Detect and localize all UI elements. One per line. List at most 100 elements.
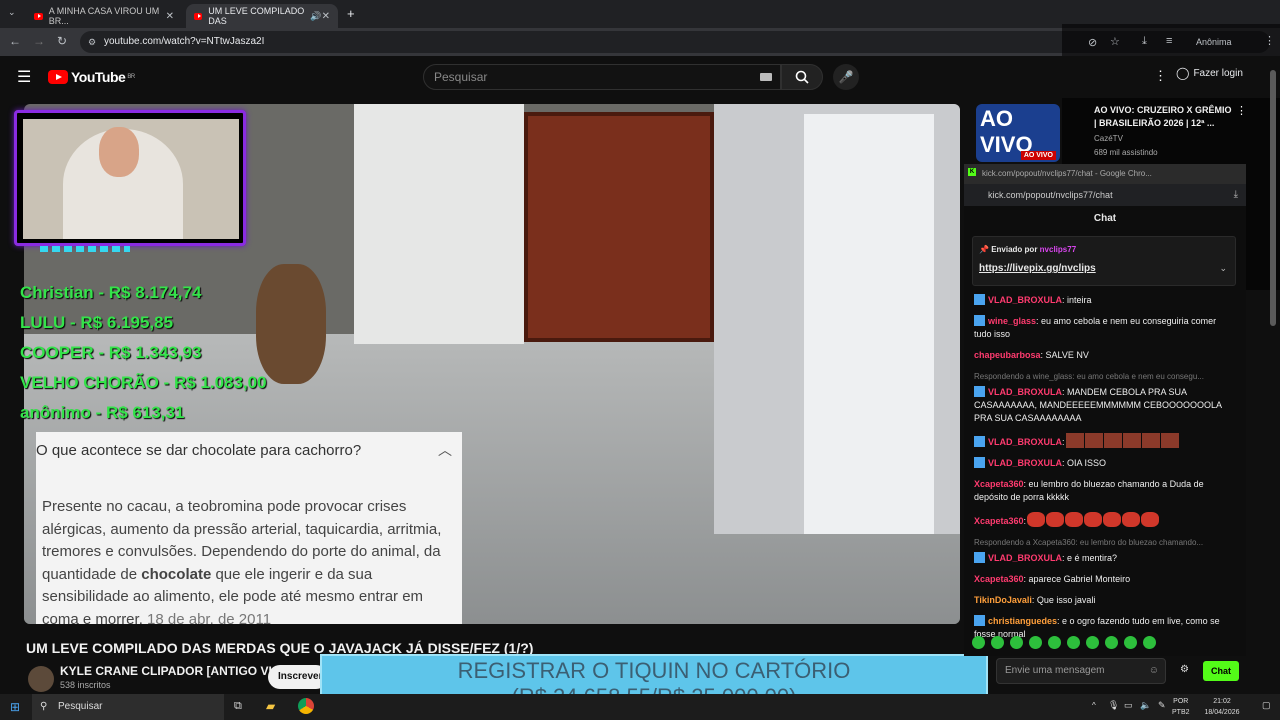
tray-chevron-icon[interactable]: ^ [1092, 701, 1096, 710]
login-button[interactable]: ◯ Fazer login [1176, 66, 1243, 80]
tab-list-icon[interactable]: ⌄ [8, 7, 16, 18]
chat-username[interactable]: VLAD_BROXULA [988, 553, 1062, 563]
chat-username[interactable]: VLAD_BROXULA [988, 387, 1062, 397]
site-info-icon[interactable]: ⚙ [88, 31, 96, 53]
video-door [524, 112, 714, 342]
chat-username[interactable]: Xcapeta360 [974, 516, 1024, 526]
back-icon[interactable]: ← [9, 34, 21, 48]
media-icon[interactable]: ≡ [1166, 35, 1172, 47]
download-icon[interactable]: ⤓ [1142, 35, 1147, 48]
emote-icon[interactable] [1067, 636, 1080, 649]
chat-settings-icon[interactable]: ⚙ [1180, 664, 1189, 675]
taskbar-search[interactable]: ⚲ Pesquisar [32, 694, 224, 720]
channel-name[interactable]: KYLE CRANE CLIPADOR [ANTIGO VLAD] [60, 664, 297, 678]
user-badge-icon [974, 457, 985, 468]
more-options-icon[interactable]: ⋮ [1236, 104, 1247, 117]
chat-send-button[interactable]: Chat [1203, 661, 1239, 681]
reply-context: Respondendo a wine_glass: eu amo cebola … [974, 372, 1204, 381]
chat-header: Chat [1093, 213, 1117, 224]
chat-username[interactable]: TikinDoJavali [974, 595, 1032, 605]
settings-menu-icon[interactable]: ⋮ [1154, 68, 1167, 84]
language-label: POR [1173, 698, 1189, 705]
bookmark-star-icon[interactable]: ☆ [1110, 35, 1120, 48]
chat-text: : aparece Gabriel Monteiro [1023, 574, 1131, 584]
pen-icon[interactable]: ✎ [1158, 700, 1166, 711]
recommended-viewers: 689 mil assistindo [1094, 148, 1158, 157]
recommended-thumbnail[interactable]: AO VIVO AO VIVO [976, 104, 1060, 162]
chat-username[interactable]: Xcapeta360 [974, 479, 1024, 489]
forward-icon[interactable]: → [33, 34, 45, 48]
keyboard-icon[interactable] [760, 73, 772, 81]
emote-icon [1046, 512, 1065, 527]
chat-message: chapeubarbosa: SALVE NV [974, 349, 1232, 362]
chat-username[interactable]: wine_glass [988, 316, 1036, 326]
chat-username[interactable]: christianguedes [988, 616, 1057, 626]
audio-playing-icon[interactable]: 🔊 [310, 11, 321, 22]
donor-item: VELHO CHORÃO - R$ 1.083,00 [20, 373, 267, 392]
emote-icon[interactable] [1029, 636, 1042, 649]
reload-icon[interactable]: ↻ [57, 34, 67, 48]
chrome-icon[interactable] [298, 698, 314, 714]
language-indicator[interactable]: POR PTB2 [1172, 696, 1190, 718]
search-input[interactable]: Pesquisar [423, 64, 781, 90]
youtube-logo[interactable]: YouTube BR [48, 69, 135, 85]
subscribe-button[interactable]: Inscrever- [268, 665, 328, 689]
donor-item: COOPER - R$ 1.343,93 [20, 343, 202, 362]
voice-search-button[interactable]: 🎤 [833, 64, 859, 90]
mic-tray-icon[interactable]: 🎙 [1108, 700, 1119, 711]
chat-username[interactable]: chapeubarbosa [974, 350, 1041, 360]
file-explorer-icon[interactable]: ▰ [266, 699, 275, 713]
reply-context: Respondendo a Xcapeta360: eu lembro do b… [974, 538, 1204, 547]
chat-text: : SALVE NV [1040, 350, 1089, 360]
youtube-play-icon [48, 70, 68, 84]
chat-username[interactable]: Xcapeta360 [974, 574, 1024, 584]
volume-icon[interactable]: 🔈 [1140, 700, 1151, 711]
recommended-title[interactable]: AO VIVO: CRUZEIRO X GRÊMIO | BRASILEIRÃO… [1094, 104, 1234, 130]
notifications-icon[interactable]: ▢ [1262, 700, 1271, 711]
close-tab-icon[interactable]: ✕ [322, 11, 330, 22]
tab-compilado[interactable]: UM LEVE COMPILADO DAS 🔊 ✕ [186, 4, 338, 28]
pinned-link[interactable]: https://livepix.gg/nvclips [979, 263, 1096, 274]
emote-icon[interactable] [1105, 636, 1118, 649]
user-badge-icon [974, 386, 985, 397]
donor-item: anônimo - R$ 613,31 [20, 403, 185, 422]
account-icon: ◯ [1176, 66, 1190, 80]
chat-text: : Que isso javali [1031, 595, 1096, 605]
emoji-icon[interactable]: ☺ [1149, 659, 1159, 683]
close-tab-icon[interactable]: ✕ [166, 11, 174, 22]
pinned-user: nvclips77 [1039, 245, 1077, 254]
hamburger-menu-icon[interactable]: ☰ [17, 67, 31, 87]
live-badge: AO VIVO [1020, 151, 1056, 160]
chat-username[interactable]: VLAD_BROXULA [988, 458, 1062, 468]
clock[interactable]: 21:02 18/04/2026 [1200, 696, 1244, 718]
channel-avatar[interactable] [28, 666, 54, 692]
emote-icon[interactable] [1124, 636, 1137, 649]
chat-username[interactable]: VLAD_BROXULA [988, 437, 1062, 447]
chat-username[interactable]: VLAD_BROXULA [988, 295, 1062, 305]
emote-icon[interactable] [1086, 636, 1099, 649]
download-icon[interactable]: ⤓ [1234, 184, 1238, 206]
emote-icon[interactable] [1010, 636, 1023, 649]
emote-icon [1027, 512, 1046, 527]
tab-minha-casa[interactable]: A MINHA CASA VIROU UM BR... ✕ [26, 4, 182, 28]
emote-icon[interactable] [991, 636, 1004, 649]
emote-icon[interactable] [1143, 636, 1156, 649]
emote-icon[interactable] [1048, 636, 1061, 649]
chat-input[interactable]: Envie uma mensagem ☺ [996, 658, 1166, 684]
pinned-author: 📌 Enviado por nvclips77 [979, 245, 1076, 254]
windows-start-icon[interactable]: ⊞ [10, 700, 20, 714]
new-tab-icon[interactable]: + [347, 6, 355, 21]
search-button[interactable] [781, 64, 823, 90]
browser-menu-icon[interactable]: ⋮ [1264, 34, 1275, 47]
eye-off-icon[interactable]: ⊘ [1088, 36, 1097, 49]
chevron-down-icon[interactable]: ⌄ [1219, 263, 1227, 274]
page-scrollbar[interactable] [1270, 70, 1276, 326]
network-icon[interactable]: ▭ [1124, 700, 1133, 711]
task-view-icon[interactable]: ⧉ [234, 700, 242, 713]
popout-url: kick.com/popout/nvclips77/chat [988, 190, 1113, 200]
video-wall [354, 104, 524, 344]
emote-icon[interactable] [972, 636, 985, 649]
incognito-label[interactable]: Anônima [1196, 37, 1232, 47]
donor-item: LULU - R$ 6.195,85 [20, 313, 174, 332]
pinned-by-label: Enviado por [991, 245, 1038, 254]
